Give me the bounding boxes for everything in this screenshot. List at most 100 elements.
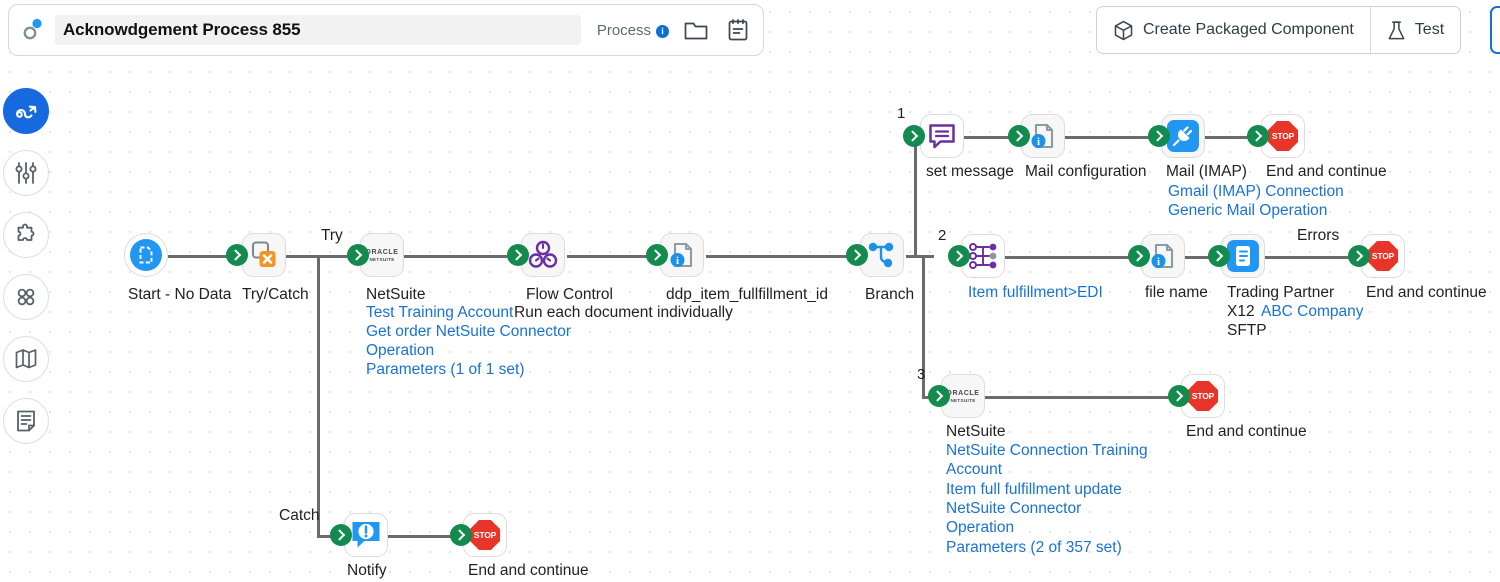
label-set-message: set message — [926, 163, 1014, 180]
link-trading-partner-company[interactable]: ABC Company — [1261, 302, 1364, 322]
create-packaged-component-label: Create Packaged Component — [1143, 21, 1354, 38]
connector-arrow-filename[interactable] — [1208, 245, 1230, 267]
svg-text:i: i — [1037, 136, 1040, 148]
edge-b1-c — [1203, 136, 1251, 139]
stop-icon: STOP — [470, 520, 500, 550]
link-netsuite3-operation[interactable]: Item full fulfillment update — [946, 480, 1122, 500]
label-catch: Catch — [279, 507, 320, 524]
link-generic-mail-operation[interactable]: Generic Mail Operation — [1168, 201, 1327, 221]
connector-arrow-branch2[interactable] — [948, 245, 970, 267]
folder-icon[interactable] — [681, 15, 711, 45]
connector-arrow-mailconfig[interactable] — [1148, 125, 1170, 147]
link-netsuite-operation[interactable]: Get order NetSuite Connector — [366, 322, 571, 342]
label-try: Try — [321, 227, 343, 244]
sliders-icon — [14, 161, 38, 185]
connector-arrow-mailimap[interactable] — [1247, 125, 1269, 147]
connector-arrow-ddp[interactable] — [846, 244, 868, 266]
label-branch-number-2: 2 — [938, 227, 947, 244]
label-try-catch: Try/Catch — [242, 286, 309, 303]
label-branch: Branch — [865, 286, 915, 303]
label-errors: Errors — [1297, 227, 1340, 244]
process-header-bar: Acknowdgement Process 855 Process i — [8, 4, 764, 56]
sidebar-item-documentation[interactable] — [3, 398, 49, 444]
label-branch-number-3: 3 — [917, 366, 926, 383]
label-trading-partner-transport: SFTP — [1227, 322, 1267, 339]
four-circles-icon — [14, 285, 38, 309]
notes-icon[interactable] — [723, 15, 753, 45]
notify-icon — [349, 518, 383, 552]
sidebar-item-process-flow[interactable] — [3, 88, 49, 134]
sidebar-item-map[interactable] — [3, 336, 49, 382]
edge-b1-b — [1063, 136, 1153, 139]
connector-arrow-branch1[interactable] — [903, 125, 925, 147]
label-end-branch3: End and continue — [1186, 423, 1307, 440]
sidebar-item-settings[interactable] — [3, 150, 49, 196]
edge-flowcontrol-ddp — [567, 255, 654, 258]
edge-branch-up — [914, 136, 917, 257]
label-mail-configuration: Mail configuration — [1025, 163, 1147, 180]
link-gmail-connection[interactable]: Gmail (IMAP) Connection — [1168, 182, 1344, 202]
link-netsuite3-connector[interactable]: NetSuite Connector — [946, 499, 1081, 519]
connector-arrow-try[interactable] — [347, 244, 369, 266]
info-icon[interactable]: i — [656, 24, 669, 38]
test-label: Test — [1414, 21, 1445, 38]
label-trading-partner-standard: X12 — [1227, 303, 1255, 320]
svg-text:i: i — [1157, 256, 1160, 268]
connector-arrow-setmessage[interactable] — [1008, 125, 1030, 147]
label-mail-imap: Mail (IMAP) — [1166, 163, 1247, 180]
process-type-label: Process i — [597, 22, 669, 39]
package-box-icon — [1113, 20, 1134, 41]
connector-arrow-netsuite[interactable] — [507, 244, 529, 266]
connector-arrow-netsuite3[interactable] — [1168, 385, 1190, 407]
puzzle-piece-icon — [14, 223, 38, 247]
stop-icon: STOP — [1188, 381, 1218, 411]
connector-arrow-catch[interactable] — [330, 524, 352, 546]
connector-arrow-tradingpartner[interactable] — [1348, 245, 1370, 267]
link-item-fulfillment-edi[interactable]: Item fulfillment>EDI — [968, 283, 1103, 303]
label-branch-number-1: 1 — [897, 105, 906, 122]
connector-arrow-notify[interactable] — [450, 524, 472, 546]
process-logo-icon — [19, 17, 49, 43]
document-info-icon: i — [666, 239, 698, 271]
link-netsuite3-operation-2[interactable]: Operation — [946, 518, 1014, 538]
shape-start[interactable] — [124, 233, 168, 277]
edge-branch-trunk — [906, 255, 934, 258]
shape-set-message[interactable] — [920, 114, 964, 158]
sidebar-item-extensions[interactable] — [3, 212, 49, 258]
process-canvas[interactable]: Start - No Data Try/Catch Try Catch ORAC… — [0, 0, 1500, 582]
page-title: Acknowdgement Process 855 — [63, 20, 301, 39]
connector-arrow-flowcontrol[interactable] — [646, 244, 668, 266]
edge-b2-a — [1003, 256, 1129, 259]
sidebar-item-components[interactable] — [3, 274, 49, 320]
create-packaged-component-button[interactable]: Create Packaged Component — [1097, 7, 1370, 53]
map-icon — [14, 347, 38, 371]
link-netsuite-operation-2[interactable]: Operation — [366, 341, 434, 361]
link-netsuite3-connection[interactable]: NetSuite Connection Training — [946, 441, 1148, 461]
flow-arrow-icon — [13, 98, 39, 124]
link-netsuite3-parameters[interactable]: Parameters (2 of 357 set) — [946, 538, 1122, 558]
flow-control-icon — [527, 239, 559, 271]
document-info-icon: i — [1027, 120, 1059, 152]
label-end-catch: End and continue — [468, 562, 589, 579]
shape-try-catch[interactable] — [242, 233, 286, 277]
link-netsuite3-account[interactable]: Account — [946, 460, 1002, 480]
connector-arrow-branch3[interactable] — [928, 385, 950, 407]
top-right-button-group: Create Packaged Component Test — [1096, 6, 1462, 54]
label-end-branch2: End and continue — [1366, 284, 1487, 301]
link-netsuite-account[interactable]: Test Training Account — [366, 303, 513, 323]
start-document-icon — [129, 238, 163, 272]
connector-arrow-map[interactable] — [1128, 245, 1150, 267]
process-type-text: Process — [596, 21, 651, 39]
primary-action-button[interactable] — [1490, 6, 1500, 54]
label-ddp: ddp_item_fullfillment_id — [666, 286, 828, 303]
label-end-branch1: End and continue — [1266, 163, 1387, 180]
label-flow-control: Flow Control — [526, 286, 613, 303]
stop-icon: STOP — [1268, 121, 1298, 151]
test-button[interactable]: Test — [1371, 7, 1460, 53]
link-netsuite-parameters[interactable]: Parameters (1 of 1 set) — [366, 360, 525, 380]
left-sidebar — [0, 64, 52, 582]
edge-netsuite-flowcontrol — [403, 255, 515, 258]
label-notify: Notify — [347, 562, 387, 579]
process-title-input[interactable]: Acknowdgement Process 855 — [55, 15, 581, 45]
connector-arrow-start[interactable] — [226, 244, 248, 266]
